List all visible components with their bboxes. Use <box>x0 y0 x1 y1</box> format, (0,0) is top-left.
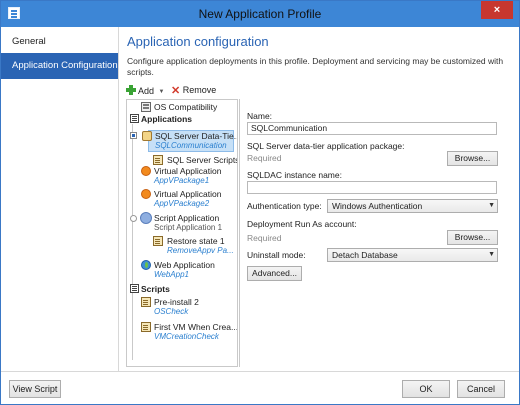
page-title: Application configuration <box>127 34 269 49</box>
tree-item-subtitle: OSCheck <box>154 307 189 316</box>
sql-server-icon <box>142 131 152 141</box>
tree-group-label: Applications <box>141 114 193 124</box>
tree-item-subtitle: WebApp1 <box>154 270 189 279</box>
tree-item-subtitle: SQLCommunication <box>155 141 227 150</box>
tree-item-label: Restore state 1 <box>167 236 225 246</box>
applications-group-icon <box>130 114 139 123</box>
item-checkbox[interactable] <box>130 132 137 139</box>
script-document-icon <box>141 322 151 332</box>
add-icon <box>126 85 136 95</box>
tree-item-label: Virtual Application <box>154 189 222 199</box>
tree-item-label: SQL Server Scripts <box>167 155 238 165</box>
virtual-application-icon <box>141 189 151 199</box>
title-bar[interactable]: New Application Profile × <box>1 1 519 27</box>
sidebar-item-general[interactable]: General <box>1 29 118 55</box>
tree-item-subtitle: AppVPackage1 <box>154 176 210 185</box>
auth-type-value: Windows Authentication <box>332 201 423 211</box>
instance-label: SQLDAC instance name: <box>247 170 342 180</box>
sidebar: General Application Configuration <box>1 27 119 371</box>
script-document-icon <box>141 297 151 307</box>
uninstall-mode-label: Uninstall mode: <box>247 250 306 260</box>
uninstall-mode-select[interactable]: Detach Database ▼ <box>327 248 498 262</box>
os-compatibility-icon <box>141 102 151 112</box>
page-description: Configure application deployments in thi… <box>127 56 504 77</box>
script-application-icon <box>140 212 152 224</box>
remove-label: Remove <box>182 85 217 95</box>
chevron-down-icon: ▼ <box>488 202 495 209</box>
application-tree[interactable]: OS Compatibility Applications SQL Server… <box>126 99 238 367</box>
tree-item-label: SQL Server Data-Tie... <box>155 131 238 141</box>
name-field[interactable]: SQLCommunication <box>247 122 497 135</box>
tree-group-label: Scripts <box>141 284 170 294</box>
add-label: Add <box>138 86 155 96</box>
remove-icon: ✕ <box>171 85 181 97</box>
package-field[interactable]: Required <box>247 153 444 166</box>
tree-item-label: First VM When Crea... <box>154 322 238 332</box>
tree-connector <box>132 285 133 360</box>
package-browse-button[interactable]: Browse... <box>447 151 498 166</box>
advanced-button[interactable]: Advanced... <box>247 266 302 281</box>
sidebar-item-application-configuration[interactable]: Application Configuration <box>1 53 118 79</box>
virtual-application-icon <box>141 166 151 176</box>
tree-item-subtitle: RemoveAppv Pa... <box>167 246 234 255</box>
runas-label: Deployment Run As account: <box>247 219 357 229</box>
tree-item-subtitle: Script Application 1 <box>154 223 223 232</box>
window-title: New Application Profile <box>198 7 322 21</box>
tree-item-label: Virtual Application <box>154 166 222 176</box>
auth-type-label: Authentication type: <box>247 201 322 211</box>
application-profile-window: New Application Profile × General Applic… <box>0 0 520 405</box>
uninstall-mode-value: Detach Database <box>332 250 398 260</box>
chevron-down-icon: ▼ <box>158 89 165 95</box>
tree-item-label: OS Compatibility <box>154 102 218 112</box>
tree-item-label: Script Application <box>154 213 220 223</box>
expand-toggle-icon[interactable] <box>130 215 137 222</box>
cancel-button[interactable]: Cancel <box>457 380 505 398</box>
script-document-icon <box>153 236 163 246</box>
view-script-button[interactable]: View Script <box>9 380 61 398</box>
close-button[interactable]: × <box>481 1 513 19</box>
properties-panel: Name: SQLCommunication SQL Server data-t… <box>239 99 501 367</box>
scripts-group-icon <box>130 284 139 293</box>
runas-field[interactable]: Required <box>247 233 444 246</box>
instance-name-field[interactable] <box>247 181 497 194</box>
main-panel: Application configuration Configure appl… <box>119 27 519 371</box>
runas-browse-button[interactable]: Browse... <box>447 230 498 245</box>
ok-button[interactable]: OK <box>402 380 450 398</box>
tree-item-label: Web Application <box>154 260 215 270</box>
tree-item-label: Pre-install 2 <box>154 297 199 307</box>
add-button[interactable]: Add ▼ <box>126 85 165 96</box>
web-application-icon <box>141 260 151 270</box>
remove-button[interactable]: ✕ Remove <box>171 85 217 97</box>
script-document-icon <box>153 155 163 165</box>
package-label: SQL Server data-tier application package… <box>247 141 405 151</box>
tree-item-subtitle: VMCreationCheck <box>154 332 219 341</box>
name-label: Name: <box>247 111 273 121</box>
chevron-down-icon: ▼ <box>488 251 495 258</box>
tree-item-subtitle: AppVPackage2 <box>154 199 210 208</box>
auth-type-select[interactable]: Windows Authentication ▼ <box>327 199 498 213</box>
footer: View Script OK Cancel <box>1 371 519 404</box>
